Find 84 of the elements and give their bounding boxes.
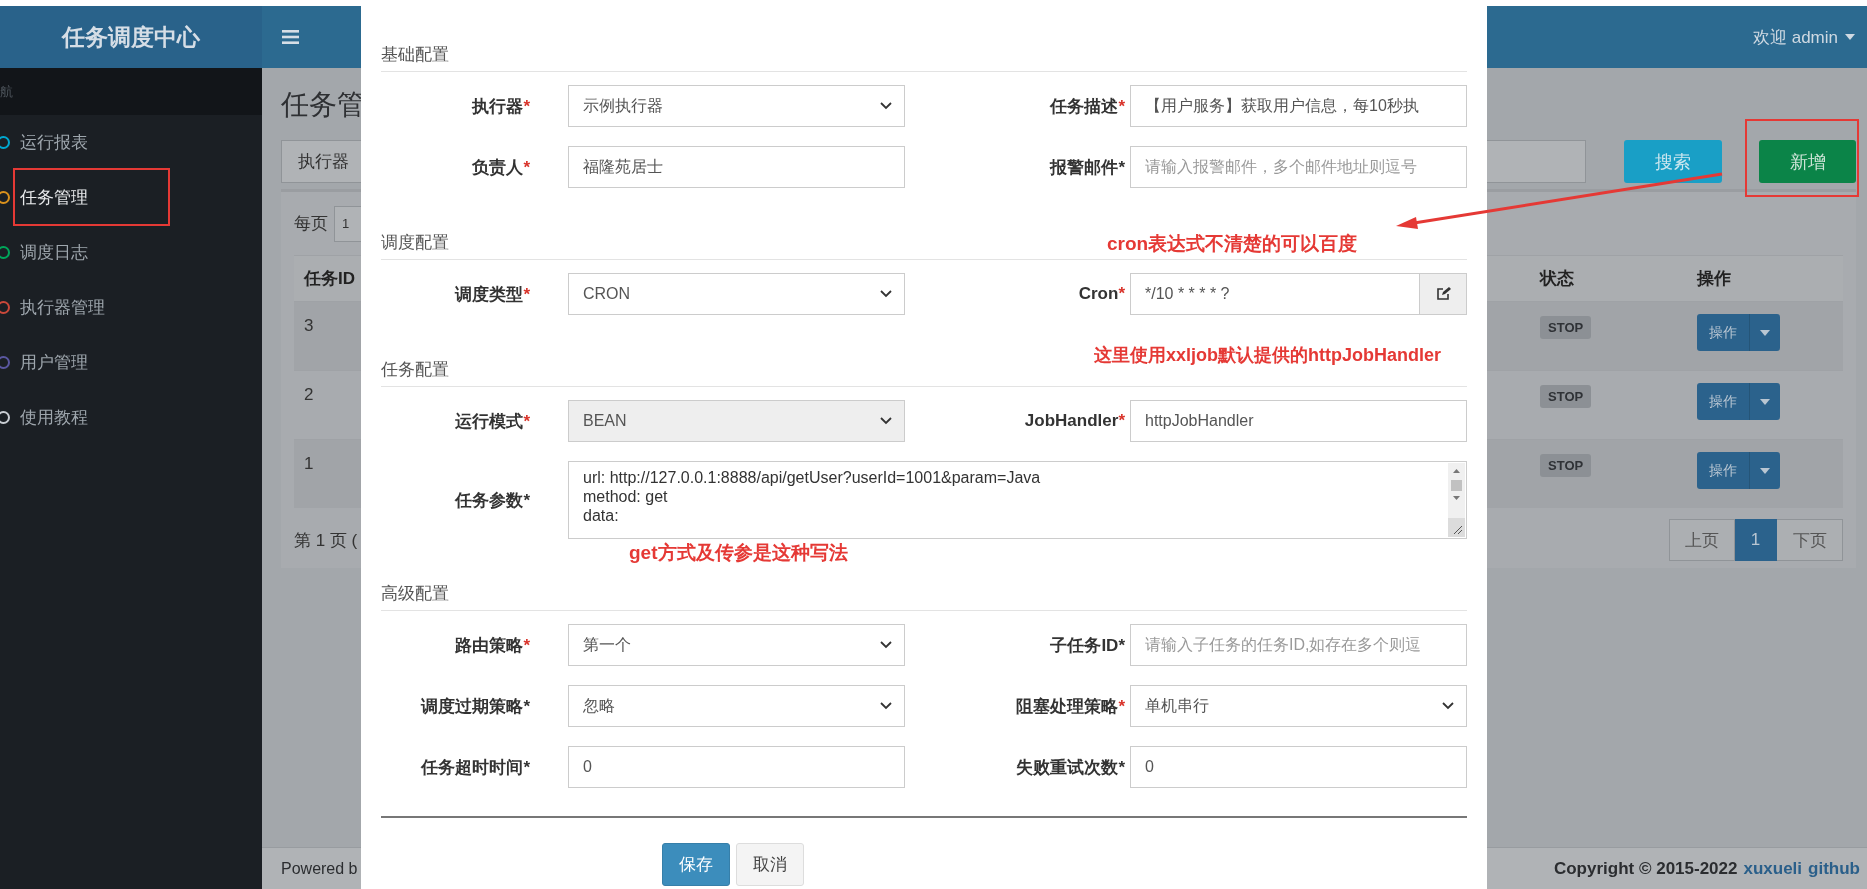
sidebar-heading: 航 <box>0 82 13 101</box>
params-text: url: http://127.0.0.1:8888/api/getUser?userId=1001&param=Java method: get data: <box>582 468 1042 526</box>
table-cell: 2 <box>304 385 314 404</box>
dropdown[interactable]: 第一个 <box>568 624 905 666</box>
field-label: 阻塞处理策略* <box>1016 695 1125 718</box>
sidebar-item[interactable]: 用户管理 <box>0 335 262 390</box>
edit-icon <box>1435 287 1451 301</box>
section-title: 基础配置 <box>381 43 1467 72</box>
dropdown-button[interactable] <box>1749 452 1780 489</box>
field-label: 失败重试次数* <box>1016 756 1125 779</box>
page-button[interactable]: 1 <box>1735 519 1777 561</box>
field-label: 运行模式* <box>455 410 530 433</box>
input-field[interactable]: 【用户服务】获取用户信息，每10秒执 <box>1130 85 1467 127</box>
filter-label: 执行器 <box>281 140 362 183</box>
field-label: 调度过期策略* <box>421 695 530 718</box>
page-info: 第 1 页 ( <box>294 529 358 552</box>
field-label: 调度类型* <box>455 283 530 306</box>
filter-field[interactable] <box>1486 140 1586 183</box>
sidebar-item[interactable]: 调度日志 <box>0 225 262 280</box>
table-cell: 3 <box>304 316 314 335</box>
dropdown[interactable]: 单机串行 <box>1130 685 1467 727</box>
caret-icon <box>1760 398 1770 405</box>
field-label: 路由策略* <box>455 634 530 657</box>
chevron-down-icon <box>880 290 892 298</box>
save-button[interactable]: 保存 <box>662 843 730 886</box>
params-field[interactable]: url: http://127.0.0.1:8888/api/getUser?userId=1001&param=Java method: get data: <box>568 461 1467 539</box>
chevron-down-icon <box>880 102 892 110</box>
sidebar-item[interactable]: 运行报表 <box>0 115 262 170</box>
page-button[interactable]: 下页 <box>1777 519 1843 561</box>
dropdown[interactable]: 忽略 <box>568 685 905 727</box>
status-badge: STOP <box>1540 385 1592 408</box>
dropdown[interactable]: 示例执行器 <box>568 85 905 127</box>
dropdown-button[interactable] <box>1749 314 1780 351</box>
dropdown-button[interactable] <box>1749 383 1780 420</box>
add-button[interactable]: 新增 <box>1759 140 1856 183</box>
input-field[interactable]: 0 <box>568 746 905 788</box>
input-field[interactable]: 福隆苑居士 <box>568 146 905 188</box>
field-label: 任务描述* <box>1050 95 1125 118</box>
annotation-note: get方式及传参是这种写法 <box>629 541 848 565</box>
caret-icon <box>1760 329 1770 336</box>
action-button[interactable]: 操作 <box>1697 383 1749 420</box>
cancel-button[interactable]: 取消 <box>736 843 804 886</box>
edit-button[interactable] <box>1420 273 1467 315</box>
field-label: JobHandler* <box>1024 411 1125 431</box>
menu-icon[interactable] <box>282 30 299 44</box>
sidebar-item[interactable]: 使用教程 <box>0 390 262 445</box>
field-label: 任务超时时间* <box>421 756 530 779</box>
annotation-note: cron表达式不清楚的可以百度 <box>1107 232 1358 256</box>
section-title: 高级配置 <box>381 582 1467 611</box>
chevron-down-icon <box>880 702 892 710</box>
status-badge: STOP <box>1540 454 1592 477</box>
footer-text: Powered b <box>281 859 358 878</box>
input-field[interactable]: 请输入子任务的任务ID,如存在多个则逗 <box>1130 624 1467 666</box>
user-menu[interactable]: 欢迎 admin <box>1748 21 1859 53</box>
sidebar-item[interactable]: 执行器管理 <box>0 280 262 335</box>
field-label: Cron* <box>1078 284 1125 304</box>
dropdown[interactable]: CRON <box>568 273 905 315</box>
chevron-down-icon <box>880 641 892 649</box>
input-field[interactable]: httpJobHandler <box>1130 400 1467 442</box>
chevron-down-icon <box>1442 702 1454 710</box>
page-size-label: 每页 <box>294 213 328 235</box>
field-label: 任务参数* <box>455 489 530 512</box>
action-button[interactable]: 操作 <box>1697 452 1749 489</box>
field-label: 负责人* <box>472 156 530 179</box>
input-field[interactable]: 0 <box>1130 746 1467 788</box>
field-label: 报警邮件* <box>1050 156 1125 179</box>
page-size-select[interactable]: 1 <box>334 205 363 242</box>
page-button[interactable]: 上页 <box>1669 519 1735 561</box>
input-field[interactable]: 请输入报警邮件，多个邮件地址则逗号 <box>1130 146 1467 188</box>
field-label: 子任务ID* <box>1050 634 1125 657</box>
column-header: 任务ID <box>304 268 355 290</box>
status-badge: STOP <box>1540 316 1592 339</box>
chevron-down-icon <box>880 417 892 425</box>
app-logo[interactable]: 任务调度中心 <box>0 6 262 68</box>
sidebar-item[interactable]: 任务管理 <box>0 170 262 225</box>
action-button[interactable]: 操作 <box>1697 314 1749 351</box>
copyright-text: Copyright © 2015-2022 <box>1553 858 1738 879</box>
column-header: 操作 <box>1697 268 1731 290</box>
caret-icon <box>1760 467 1770 474</box>
table-cell: 1 <box>304 454 314 473</box>
caret-icon <box>1845 34 1855 40</box>
input-field[interactable]: */10 * * * * ? <box>1130 273 1420 315</box>
column-header: 状态 <box>1540 268 1574 290</box>
field-label: 执行器* <box>472 95 530 118</box>
